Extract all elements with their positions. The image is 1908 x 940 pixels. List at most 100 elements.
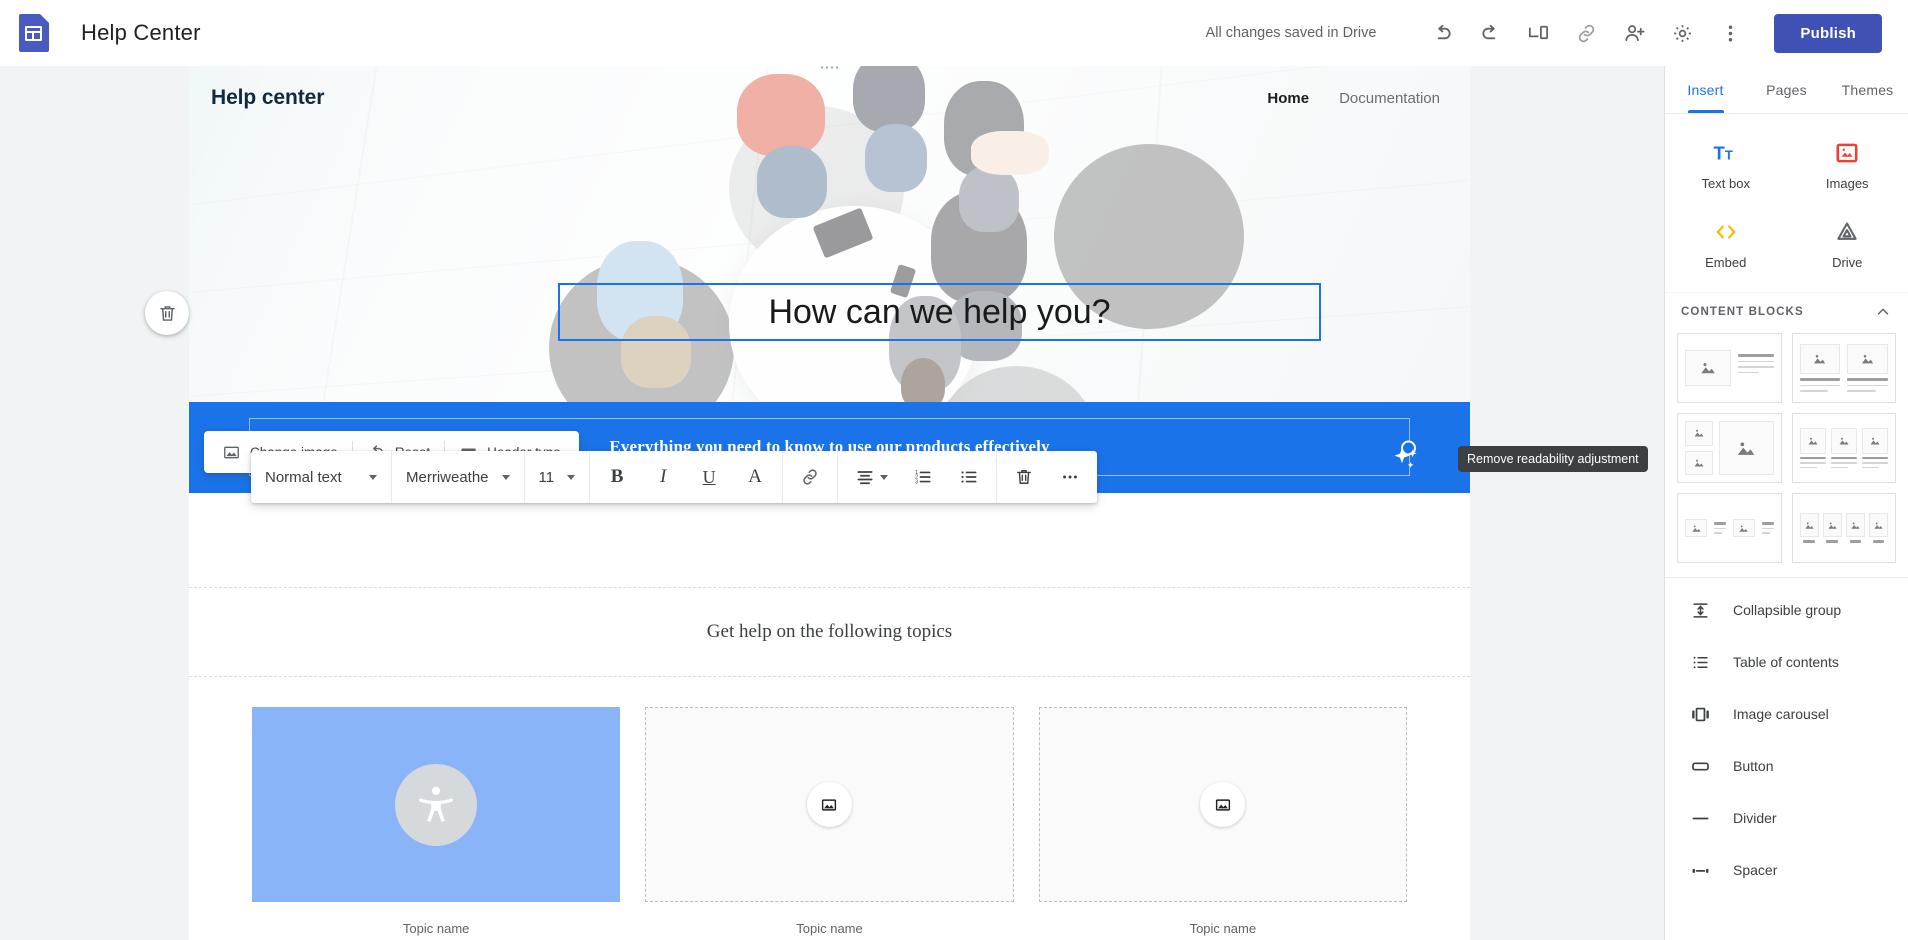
text-color-button[interactable]: A [734,456,776,498]
font-size-dropdown[interactable]: 11 [525,451,590,503]
insert-items-grid: T T Text box Images Embed Drive [1665,114,1908,292]
more-format-options-button[interactable] [1049,456,1091,498]
tab-insert[interactable]: Insert [1665,66,1746,113]
font-size-value: 11 [538,468,555,486]
settings-button[interactable] [1658,9,1706,57]
site-header-section[interactable]: Help center Home Documentation How can w… [189,66,1470,402]
topic-card[interactable]: Topic name [252,707,621,936]
preview-devices-icon [1528,25,1548,39]
content-block-thumbnail[interactable] [1791,493,1896,563]
topic-card-label[interactable]: Topic name [1039,921,1407,936]
content-blocks-header[interactable]: CONTENT BLOCKS [1665,292,1908,327]
bulleted-list-button[interactable] [948,456,990,498]
image-glyph-icon [1739,525,1748,532]
content-blocks-grid [1665,327,1908,577]
text-color-label: A [748,466,762,487]
content-block-thumbnail[interactable] [1791,413,1896,483]
align-dropdown-button[interactable] [844,456,898,498]
site-name[interactable]: Help center [211,86,324,110]
italic-button[interactable]: I [642,456,684,498]
publish-button[interactable]: Publish [1774,13,1882,53]
delete-text-button[interactable] [1003,456,1045,498]
topics-heading-text[interactable]: Get help on the following topics [707,621,952,643]
chevron-down-icon [369,474,377,480]
numbered-list-button[interactable]: 123 [902,456,944,498]
insert-image-carousel-item[interactable]: Image carousel [1665,688,1908,740]
insert-link-button[interactable] [789,456,831,498]
insert-button-item[interactable]: Button [1665,740,1908,792]
nav-link-documentation[interactable]: Documentation [1339,90,1440,107]
insert-divider-item[interactable]: Divider [1665,792,1908,844]
drag-handle-icon[interactable] [819,66,841,70]
app-top-bar: Help Center All changes saved in Drive P… [0,0,1908,66]
save-status-text: All changes saved in Drive [1205,25,1377,41]
insert-spacer-item[interactable]: Spacer [1665,844,1908,896]
divider [782,451,784,503]
content-block-thumbnail[interactable] [1677,333,1782,403]
underline-button[interactable]: U [688,456,730,498]
trash-icon [159,305,175,321]
bold-button[interactable]: B [596,456,638,498]
more-options-button[interactable] [1706,9,1754,57]
image-placeholder-icon [822,798,837,811]
undo-button[interactable] [1418,9,1466,57]
insert-embed-button[interactable]: Embed [1665,207,1787,286]
hero-title-selection-box[interactable]: How can we help you? [558,283,1321,341]
font-family-dropdown[interactable]: Merriweathe [392,451,524,503]
insert-images-label: Images [1825,176,1869,191]
tab-themes[interactable]: Themes [1827,66,1908,113]
collapsible-group-label: Collapsible group [1733,602,1842,618]
image-glyph-icon [1828,522,1837,529]
topic-card-image[interactable] [252,707,621,902]
empty-section[interactable] [189,493,1470,588]
topic-card-label[interactable]: Topic name [645,921,1013,936]
tab-pages[interactable]: Pages [1746,66,1827,113]
insert-collapsible-group-item[interactable]: Collapsible group [1665,584,1908,636]
trash-icon [1017,470,1032,484]
divider-icon [1689,809,1711,828]
insert-images-button[interactable]: Images [1787,128,1908,207]
divider [837,451,839,503]
insert-drive-label: Drive [1832,255,1863,270]
content-block-thumbnail[interactable] [1677,413,1782,483]
embed-code-icon [1716,225,1736,239]
topic-card-image-placeholder[interactable] [1038,707,1407,902]
insert-text-box-button[interactable]: T T Text box [1665,128,1787,207]
hero-title-text[interactable]: How can we help you? [560,285,1319,339]
image-glyph-icon [1804,522,1814,529]
google-sites-logo-icon[interactable] [19,14,49,52]
accessibility-person-icon [419,786,454,822]
topic-card-image-placeholder[interactable] [645,707,1014,902]
preview-button[interactable] [1514,9,1562,57]
page-title[interactable]: Help Center [81,20,201,46]
nav-link-home[interactable]: Home [1267,90,1309,107]
copy-link-button[interactable] [1562,9,1610,57]
paragraph-style-dropdown[interactable]: Normal text [251,451,391,503]
svg-text:T: T [1713,143,1725,164]
sparkle-stars-icon[interactable] [1390,444,1422,476]
redo-button[interactable] [1466,9,1514,57]
topic-card[interactable]: Topic name [645,707,1014,936]
more-vertical-icon [1728,25,1733,41]
panel-tabs: Insert Pages Themes [1665,66,1908,114]
add-image-button[interactable] [1200,782,1246,827]
delete-section-button[interactable] [145,291,189,335]
redo-icon [1482,24,1496,39]
spacer-label: Spacer [1733,862,1778,878]
image-glyph-icon [1694,459,1704,467]
content-block-thumbnail[interactable] [1677,493,1782,563]
topic-card-label[interactable]: Topic name [252,921,620,936]
insert-drive-button[interactable]: Drive [1787,207,1908,286]
add-image-button[interactable] [806,782,852,827]
image-glyph-icon [1874,522,1883,529]
chevron-up-icon[interactable] [1874,303,1892,321]
add-person-icon [1625,24,1645,41]
svg-text:T: T [1725,148,1733,163]
topic-card[interactable]: Topic name [1038,707,1407,936]
topics-heading-section[interactable]: Get help on the following topics [189,588,1470,677]
divider [996,451,998,503]
share-button[interactable] [1610,9,1658,57]
insert-table-of-contents-item[interactable]: Table of contents [1665,636,1908,688]
content-block-thumbnail[interactable] [1791,333,1896,403]
align-center-icon [857,471,873,485]
